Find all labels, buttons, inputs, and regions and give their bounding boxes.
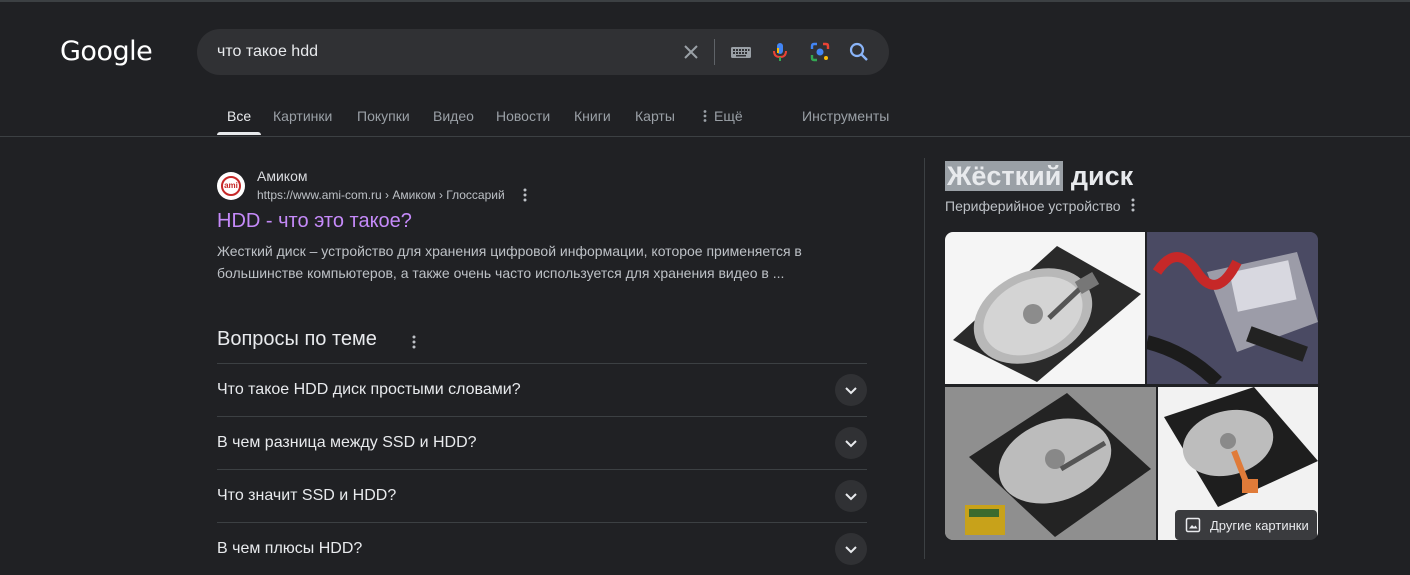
search-tabs: Все Картинки Покупки Видео Новости Книги…	[0, 96, 1410, 136]
tab-more[interactable]: Ещё	[702, 108, 743, 124]
active-tab-indicator	[217, 132, 261, 135]
chevron-down-icon[interactable]	[835, 374, 867, 406]
search-input[interactable]: что такое hdd	[217, 43, 318, 61]
title-highlight: Жёсткий	[945, 161, 1064, 191]
site-favicon[interactable]: ami	[217, 172, 245, 200]
tab-more-label: Ещё	[714, 108, 743, 124]
tabs-divider	[0, 136, 1410, 137]
related-question-item[interactable]: В чем разница между SSD и HDD?	[217, 416, 867, 469]
top-border	[0, 0, 1410, 2]
search-icon[interactable]	[847, 40, 871, 64]
hdd-image[interactable]	[1147, 232, 1318, 384]
question-text: Что такое HDD диск простыми словами?	[217, 381, 521, 398]
related-question-item[interactable]: Что значит SSD и HDD?	[217, 469, 867, 522]
knowledge-panel-title: Жёсткий диск	[945, 161, 1133, 192]
snippet-line-1: Жесткий диск – устройство для хранения ц…	[217, 243, 802, 259]
keyboard-icon[interactable]	[729, 40, 753, 64]
result-title-link[interactable]: HDD - что это такое?	[217, 210, 412, 233]
search-divider	[714, 39, 715, 65]
more-vert-icon	[703, 110, 707, 122]
lens-icon[interactable]	[808, 40, 832, 64]
tab-books[interactable]: Книги	[574, 108, 611, 124]
tab-all[interactable]: Все	[227, 108, 251, 124]
snippet-line-2: большинстве компьютеров, а также очень ч…	[217, 265, 785, 281]
question-text: В чем плюсы HDD?	[217, 540, 363, 557]
clear-icon[interactable]	[679, 40, 703, 64]
site-name[interactable]: Амиком	[257, 168, 307, 184]
favicon-logo: ami	[221, 176, 241, 196]
knowledge-panel-divider	[924, 158, 925, 559]
hdd-image[interactable]	[945, 387, 1156, 540]
more-images-label: Другие картинки	[1210, 518, 1309, 533]
tab-maps[interactable]: Карты	[635, 108, 675, 124]
more-vert-icon[interactable]	[519, 187, 531, 203]
image-icon	[1185, 517, 1201, 533]
question-text: Что значит SSD и HDD?	[217, 487, 397, 504]
more-vert-icon[interactable]	[408, 333, 420, 351]
more-vert-icon[interactable]	[1128, 197, 1138, 213]
chevron-down-icon[interactable]	[835, 480, 867, 512]
image-grid	[945, 232, 1318, 540]
more-images-button[interactable]: Другие картинки	[1175, 510, 1317, 540]
tab-videos[interactable]: Видео	[433, 108, 474, 124]
search-box[interactable]: что такое hdd	[197, 29, 889, 75]
tab-shopping[interactable]: Покупки	[357, 108, 410, 124]
tab-news[interactable]: Новости	[496, 108, 550, 124]
site-url[interactable]: https://www.ami-com.ru › Амиком › Глосса…	[257, 188, 505, 202]
knowledge-panel-subtitle: Периферийное устройство	[945, 198, 1121, 214]
related-question-item[interactable]: В чем плюсы HDD?	[217, 522, 867, 575]
tab-images[interactable]: Картинки	[273, 108, 332, 124]
question-text: В чем разница между SSD и HDD?	[217, 434, 477, 451]
related-question-item[interactable]: Что такое HDD диск простыми словами?	[217, 363, 867, 416]
title-rest: диск	[1063, 161, 1134, 191]
tools-button[interactable]: Инструменты	[802, 108, 889, 124]
hdd-image[interactable]	[945, 232, 1145, 384]
chevron-down-icon[interactable]	[835, 427, 867, 459]
chevron-down-icon[interactable]	[835, 533, 867, 565]
related-questions-heading: Вопросы по теме	[217, 328, 377, 350]
microphone-icon[interactable]	[768, 40, 792, 64]
result-snippet: Жесткий диск – устройство для хранения ц…	[217, 240, 837, 284]
google-logo[interactable]: Google	[60, 36, 153, 67]
